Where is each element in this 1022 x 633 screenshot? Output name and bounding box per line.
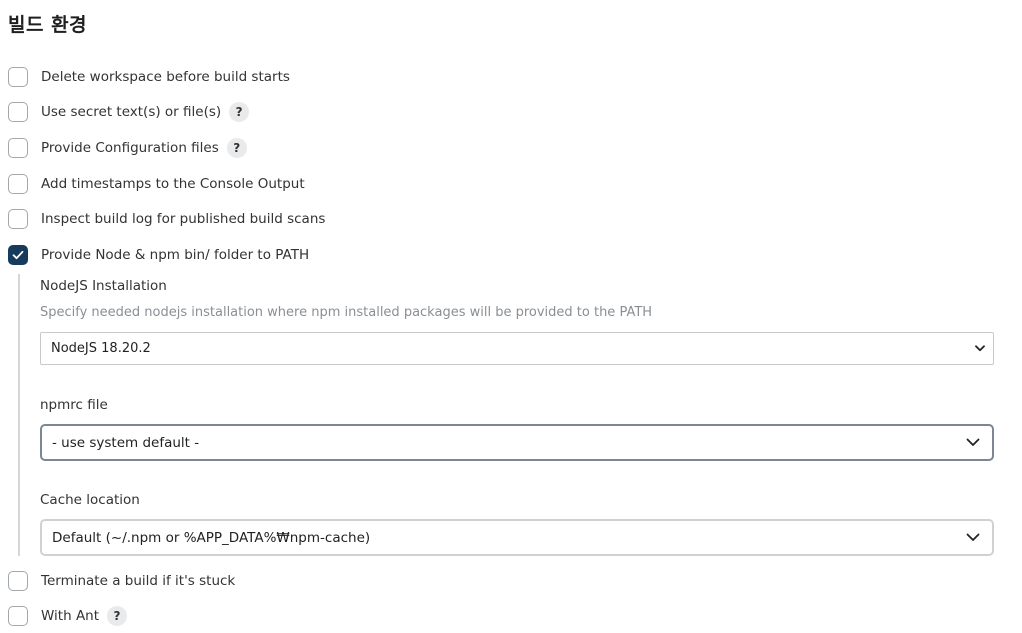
option-label[interactable]: Use secret text(s) or file(s)	[41, 104, 221, 120]
option-with-ant[interactable]: With Ant ?	[8, 604, 128, 628]
option-inspect-build-log[interactable]: Inspect build log for published build sc…	[8, 207, 325, 231]
checkbox-provide-node-npm[interactable]	[8, 245, 28, 265]
cache-location-select[interactable]: Default (~/.npm or %APP_DATA%₩npm-cache)	[40, 519, 994, 556]
option-provide-node-npm[interactable]: Provide Node & npm bin/ folder to PATH	[8, 243, 309, 267]
option-label[interactable]: Delete workspace before build starts	[41, 69, 290, 85]
help-icon[interactable]: ?	[229, 102, 250, 122]
cache-location-value: Default (~/.npm or %APP_DATA%₩npm-cache)	[52, 529, 371, 546]
checkbox-delete-workspace[interactable]	[8, 67, 28, 87]
option-label[interactable]: Add timestamps to the Console Output	[41, 176, 305, 192]
chevron-down-icon	[975, 345, 985, 352]
option-label[interactable]: Inspect build log for published build sc…	[41, 211, 325, 227]
option-use-secret[interactable]: Use secret text(s) or file(s) ?	[8, 100, 250, 124]
npmrc-file-value: - use system default -	[52, 434, 200, 451]
section-title: 빌드 환경	[8, 14, 88, 36]
build-environment-page: 빌드 환경 Delete workspace before build star…	[0, 0, 1022, 633]
option-delete-workspace[interactable]: Delete workspace before build starts	[8, 65, 290, 89]
cache-location-label: Cache location	[40, 492, 140, 508]
option-terminate-stuck-build[interactable]: Terminate a build if it's stuck	[8, 569, 235, 593]
option-label[interactable]: Terminate a build if it's stuck	[41, 573, 235, 589]
npmrc-file-select[interactable]: - use system default -	[40, 424, 994, 461]
chevron-down-icon	[966, 533, 980, 541]
checkbox-add-timestamps[interactable]	[8, 174, 28, 194]
checkbox-provide-config-files[interactable]	[8, 138, 28, 158]
help-icon[interactable]: ?	[107, 606, 128, 626]
nested-section-rule	[18, 274, 20, 556]
option-add-timestamps[interactable]: Add timestamps to the Console Output	[8, 172, 305, 196]
npmrc-file-label: npmrc file	[40, 397, 108, 413]
option-provide-config-files[interactable]: Provide Configuration files ?	[8, 136, 247, 160]
nodejs-installation-select[interactable]: NodeJS 18.20.2	[40, 332, 994, 365]
nodejs-installation-description: Specify needed nodejs installation where…	[40, 305, 653, 320]
checkbox-terminate-stuck-build[interactable]	[8, 571, 28, 591]
option-label[interactable]: Provide Node & npm bin/ folder to PATH	[41, 247, 309, 263]
help-icon[interactable]: ?	[226, 138, 247, 158]
option-label[interactable]: With Ant	[41, 608, 99, 624]
nodejs-installation-label: NodeJS Installation	[40, 278, 167, 294]
chevron-down-icon	[966, 438, 980, 446]
checkbox-with-ant[interactable]	[8, 606, 28, 626]
checkbox-use-secret[interactable]	[8, 102, 28, 122]
checkmark-icon	[12, 250, 24, 260]
nodejs-installation-value: NodeJS 18.20.2	[51, 341, 151, 356]
option-label[interactable]: Provide Configuration files	[41, 140, 219, 156]
checkbox-inspect-build-log[interactable]	[8, 209, 28, 229]
